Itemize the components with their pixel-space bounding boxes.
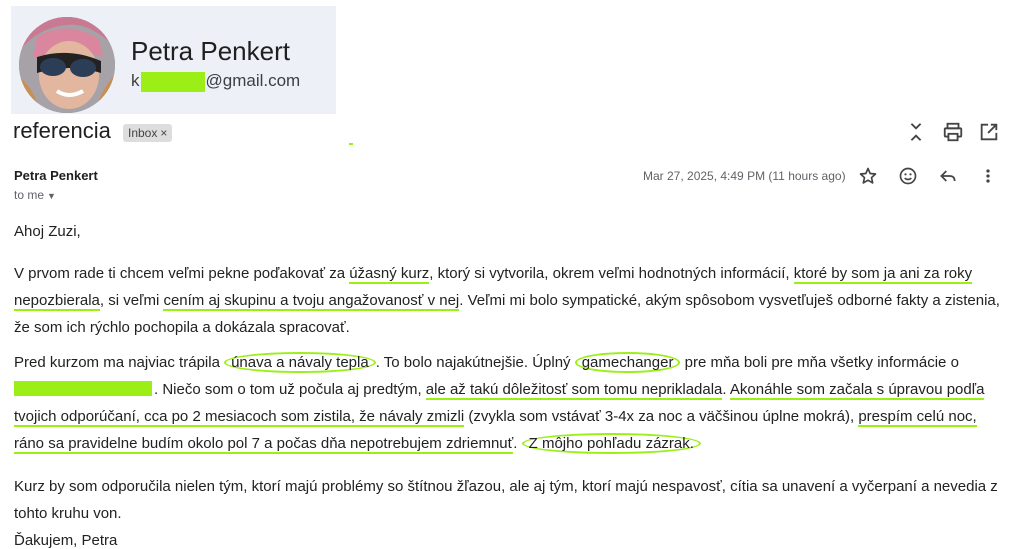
- p2-text: Pred kurzom ma najviac trápila: [14, 354, 225, 371]
- p2-text: .: [722, 381, 730, 398]
- paragraph-3: Kurz by som odporučila nielen tým, ktorí…: [14, 478, 998, 522]
- recipient-label: to me: [14, 188, 45, 202]
- profile-name: Petra Penkert: [131, 36, 290, 66]
- p1-text: V prvom rade ti chcem veľmi pekne poďako…: [14, 265, 350, 282]
- paragraph-1: V prvom rade ti chcem veľmi pekne poďako…: [14, 260, 1004, 341]
- recipient-details-toggle[interactable]: to me ▼: [14, 188, 56, 202]
- highlight-circle: únava a návaly tepla: [224, 352, 376, 373]
- emoji-icon[interactable]: [898, 166, 918, 186]
- star-icon[interactable]: [858, 166, 878, 186]
- message-body: Ahoj Zuzi, V prvom rade ti chcem veľmi p…: [14, 218, 1004, 527]
- paragraph-2: Pred kurzom ma najviac trápila únava a n…: [14, 349, 1004, 457]
- highlight-circle: Z môjho pohľadu zázrak.: [521, 433, 701, 454]
- highlight-underline: ale až takú dôležitosť som tomu neprikla…: [425, 381, 723, 400]
- p2-text: (zvykla som vstávať 3-4x za noc a väčšin…: [464, 408, 859, 425]
- remove-label-icon[interactable]: ×: [160, 126, 167, 140]
- highlight-underline: cením aj skupinu a tvoju angažovanosť v …: [163, 292, 460, 311]
- email-subject: referencia: [13, 118, 111, 143]
- sender-name: Petra Penkert: [14, 168, 98, 183]
- message-date: Mar 27, 2025, 4:49 PM (11 hours ago): [643, 169, 846, 183]
- profile-email-prefix: k: [131, 71, 140, 90]
- inbox-label-text: Inbox: [128, 126, 158, 140]
- highlight-mark: [349, 143, 353, 145]
- chevron-down-icon[interactable]: ▼: [47, 191, 56, 201]
- redacted-email-block: [140, 71, 205, 92]
- p2-text: pre mňa boli pre mňa všetky informácie o: [680, 354, 959, 371]
- inbox-label-chip[interactable]: Inbox ×: [123, 124, 173, 142]
- highlight-underline: úžasný kurz: [349, 265, 430, 284]
- open-new-window-icon[interactable]: [978, 121, 1000, 143]
- reply-icon[interactable]: [938, 166, 958, 186]
- more-vert-icon[interactable]: [978, 166, 998, 186]
- p2-text: . To bolo najakútnejšie. Úplný: [375, 354, 575, 371]
- redacted-text-block: [14, 381, 152, 396]
- highlight-circle: gamechanger: [574, 352, 681, 373]
- greeting: Ahoj Zuzi,: [14, 223, 81, 240]
- p2-text: . Niečo som o tom už počula aj predtým,: [154, 381, 426, 398]
- expand-collapse-icon[interactable]: [905, 121, 927, 143]
- p2-text: .: [513, 435, 522, 452]
- print-icon[interactable]: [942, 121, 964, 143]
- signature-line: Ďakujem, Petra: [14, 532, 118, 549]
- avatar: [19, 17, 115, 113]
- p1-text: , ktorý si vytvorila, okrem veľmi hodnot…: [429, 265, 794, 282]
- p1-text: , si veľmi: [99, 292, 164, 309]
- profile-email-domain: @gmail.com: [205, 71, 301, 90]
- profile-email: k @gmail.com: [131, 71, 300, 92]
